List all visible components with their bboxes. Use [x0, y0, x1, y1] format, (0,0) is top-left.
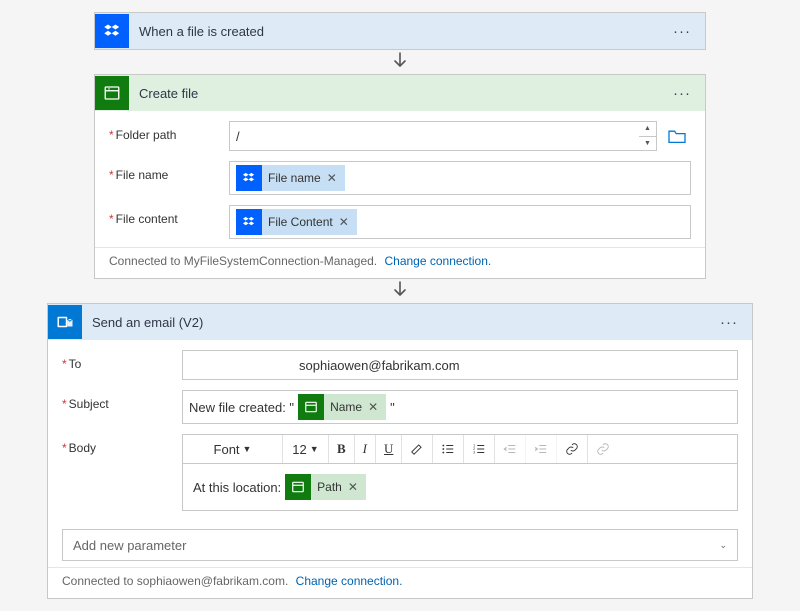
svg-text:3: 3 [474, 451, 476, 455]
send-email-card: Send an email (V2) ··· To sophiaowen@fab… [47, 303, 753, 599]
to-input[interactable]: sophiaowen@fabrikam.com [182, 350, 738, 380]
bold-button[interactable]: B [329, 435, 355, 463]
subject-suffix: " [390, 398, 395, 417]
file-system-icon [95, 76, 129, 110]
token-label: File Content [268, 215, 333, 229]
trigger-header[interactable]: When a file is created ··· [95, 13, 705, 49]
arrow-icon [0, 279, 800, 303]
outdent-button[interactable] [495, 435, 526, 463]
outlook-icon [48, 305, 82, 339]
italic-button[interactable]: I [355, 435, 376, 463]
file-content-input[interactable]: File Content ✕ [229, 205, 691, 239]
trigger-title: When a file is created [139, 24, 659, 39]
create-file-header[interactable]: Create file ··· [95, 75, 705, 111]
font-picker[interactable]: Font▼ [183, 435, 283, 463]
dropbox-icon [236, 209, 262, 235]
to-label: To [62, 350, 182, 371]
underline-button[interactable]: U [376, 435, 402, 463]
arrow-icon [0, 50, 800, 74]
create-file-card: Create file ··· Folder path / ▲ ▼ [94, 74, 706, 279]
file-system-icon [285, 474, 311, 500]
connection-text: Connected to MyFileSystemConnection-Mana… [109, 254, 377, 268]
body-toolbar: Font▼ 12▼ B I U [182, 434, 738, 464]
folder-path-input[interactable]: / [229, 121, 639, 151]
file-content-label: File content [109, 205, 229, 226]
body-prefix: At this location: [193, 478, 281, 497]
token-remove-icon[interactable]: ✕ [339, 215, 349, 229]
send-email-header[interactable]: Send an email (V2) ··· [48, 304, 752, 340]
dropbox-icon [236, 165, 262, 191]
path-token[interactable]: Path ✕ [285, 474, 366, 500]
file-name-token[interactable]: File name ✕ [236, 165, 345, 191]
token-label: Name [330, 400, 362, 414]
trigger-menu-button[interactable]: ··· [669, 23, 695, 40]
chevron-down-icon: ▼ [310, 444, 319, 454]
folder-path-stepper[interactable]: ▲ ▼ [639, 121, 657, 151]
create-file-connection-line: Connected to MyFileSystemConnection-Mana… [95, 247, 705, 278]
file-name-input[interactable]: File name ✕ [229, 161, 691, 195]
body-input[interactable]: At this location: Path ✕ [182, 464, 738, 511]
token-label: File name [268, 171, 321, 185]
send-email-connection-line: Connected to sophiaowen@fabrikam.com. Ch… [48, 567, 752, 598]
unlink-button[interactable] [588, 435, 618, 463]
change-connection-link[interactable]: Change connection. [296, 574, 403, 588]
token-remove-icon[interactable]: ✕ [327, 171, 337, 185]
browse-folder-button[interactable] [663, 121, 691, 151]
subject-input[interactable]: New file created: " Name ✕ " [182, 390, 738, 424]
stepper-up-icon[interactable]: ▲ [639, 122, 656, 137]
link-button[interactable] [557, 435, 588, 463]
token-label: Path [317, 480, 342, 494]
chevron-down-icon: ▼ [243, 444, 252, 454]
file-content-token[interactable]: File Content ✕ [236, 209, 357, 235]
change-connection-link[interactable]: Change connection. [384, 254, 491, 268]
stepper-down-icon[interactable]: ▼ [639, 137, 656, 151]
file-system-icon [298, 394, 324, 420]
subject-label: Subject [62, 390, 182, 411]
file-name-label: File name [109, 161, 229, 182]
to-value: sophiaowen@fabrikam.com [299, 356, 460, 375]
size-picker[interactable]: 12 ▼ [283, 435, 329, 463]
add-parameter-label: Add new parameter [73, 538, 186, 553]
trigger-card: When a file is created ··· [94, 12, 706, 50]
send-email-menu-button[interactable]: ··· [716, 314, 742, 331]
name-token[interactable]: Name ✕ [298, 394, 386, 420]
number-list-button[interactable]: 123 [464, 435, 495, 463]
token-remove-icon[interactable]: ✕ [368, 400, 378, 414]
dropbox-icon [95, 14, 129, 48]
connection-text: Connected to sophiaowen@fabrikam.com. [62, 574, 288, 588]
subject-prefix: New file created: " [189, 398, 294, 417]
size-value: 12 [292, 442, 306, 457]
indent-button[interactable] [526, 435, 557, 463]
send-email-title: Send an email (V2) [92, 315, 706, 330]
body-label: Body [62, 434, 182, 455]
token-remove-icon[interactable]: ✕ [348, 480, 358, 494]
folder-path-value: / [236, 127, 240, 146]
create-file-title: Create file [139, 86, 659, 101]
create-file-menu-button[interactable]: ··· [669, 85, 695, 102]
highlight-button[interactable] [402, 435, 433, 463]
folder-path-label: Folder path [109, 121, 229, 142]
font-picker-label: Font [214, 442, 240, 457]
bullet-list-button[interactable] [433, 435, 464, 463]
add-parameter-dropdown[interactable]: Add new parameter ⌄ [62, 529, 738, 561]
chevron-down-icon: ⌄ [719, 540, 727, 551]
